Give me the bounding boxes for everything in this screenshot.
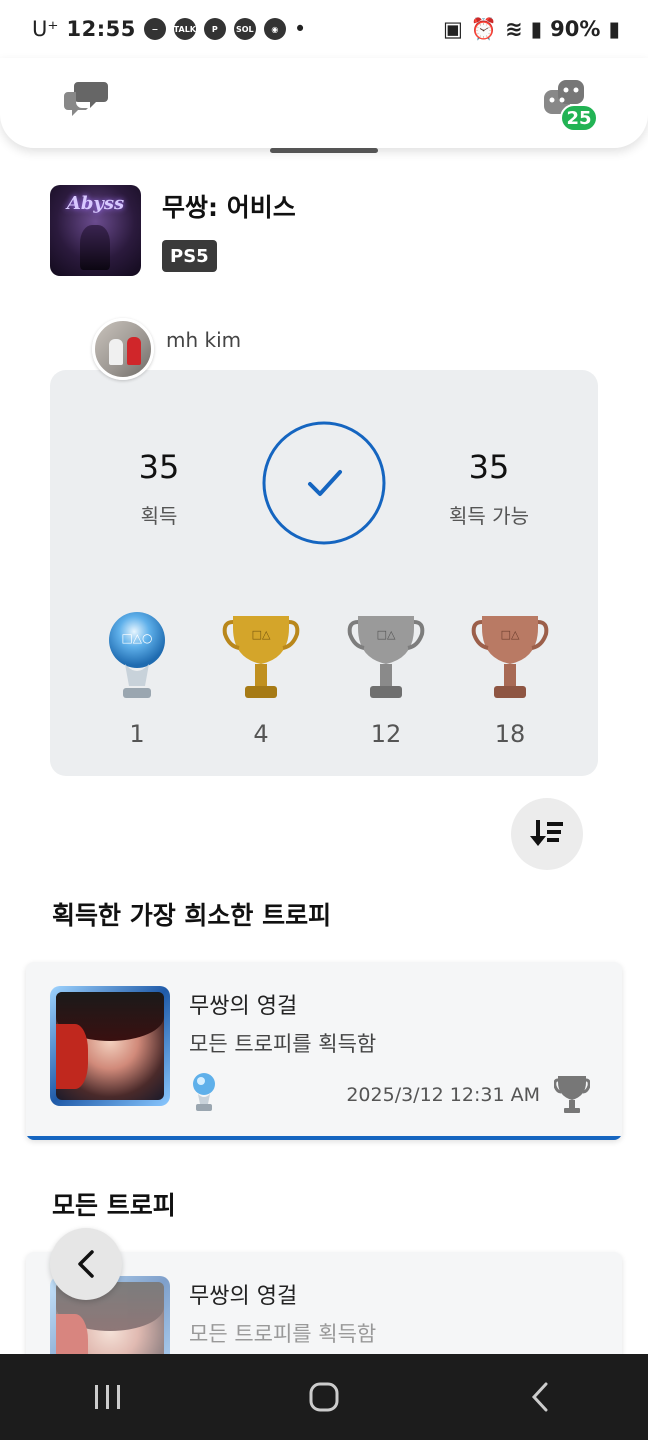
clock: 12:55 (66, 17, 136, 41)
gold-trophy-icon: □△ (222, 616, 300, 698)
svg-text:□△○: □△○ (121, 631, 152, 645)
trophy-earned-icon (554, 1076, 590, 1113)
available-label: 획득 가능 (449, 504, 529, 528)
earned-count: 35 (138, 448, 180, 486)
svg-text:□△: □△ (252, 628, 271, 641)
trophy-description: 모든 트로피를 획득함 (189, 1322, 377, 1346)
sort-button[interactable] (511, 798, 583, 870)
do-not-disturb-icon: − (143, 18, 166, 40)
gold-count: 4 (253, 720, 269, 748)
silver-count: 12 (370, 720, 402, 748)
system-nav-bar (0, 1354, 648, 1440)
trophy-art (50, 986, 170, 1106)
platinum-trophy-icon (193, 1073, 215, 1111)
platform-tag: PS5 (162, 240, 217, 272)
earned-label: 획득 (140, 504, 178, 528)
wifi-icon: ≋ (505, 17, 523, 41)
all-trophies-section-title: 모든 트로피 (52, 1191, 176, 1220)
chat-bubbles-icon (64, 82, 108, 116)
earned-date: 2025/3/12 12:31 AM (346, 1084, 540, 1106)
progress-line (26, 1136, 622, 1140)
available-count: 35 (468, 448, 510, 486)
maps-icon: ◉ (263, 18, 286, 40)
trophy-name: 무쌍의 영걸 (189, 1284, 298, 1309)
game-cover-logo: Abyss (66, 193, 125, 214)
battery-icon: ▮ (608, 17, 620, 41)
back-button[interactable] (50, 1228, 122, 1300)
game-title: 무쌍: 어비스 (162, 193, 296, 222)
bronze-count: 18 (494, 720, 526, 748)
status-right: ▣ ⏰ ≋ ▮ 90% ▮ (443, 17, 620, 42)
completion-ring (262, 421, 386, 545)
check-icon (308, 470, 342, 496)
system-back-button[interactable] (500, 1367, 580, 1427)
platinum-count: 1 (129, 720, 145, 748)
carrier-label: U⁺ (32, 17, 59, 41)
status-bar: U⁺ 12:55 − TALK P SOL ◉ • ▣ ⏰ ≋ ▮ 90% ▮ (0, 0, 648, 58)
trophy-art-hair-red (56, 1024, 89, 1090)
svg-text:□△: □△ (501, 628, 520, 641)
top-bar (0, 58, 648, 148)
trophy-description: 모든 트로피를 획득함 (189, 1032, 377, 1056)
silver-trophy-icon: □△ (347, 616, 425, 698)
avatar-figure-1 (109, 339, 123, 365)
drag-handle[interactable] (270, 148, 378, 153)
bronze-trophy-icon: □△ (471, 616, 549, 698)
avatar-figure-2 (127, 337, 141, 365)
trophy-name: 무쌍의 영걸 (189, 994, 298, 1019)
avatar[interactable] (92, 318, 154, 380)
recent-apps-icon (95, 1385, 120, 1409)
sol-pay-icon: SOL (233, 18, 256, 40)
username: mh kim (166, 328, 242, 352)
playstation-icon: P (203, 18, 226, 40)
battery-percent: 90% (550, 17, 601, 41)
rarest-trophy-item[interactable]: 무쌍의 영걸 모든 트로피를 획득함 2025/3/12 12:31 AM (26, 962, 622, 1140)
home-icon (309, 1382, 339, 1412)
more-notifications-icon: • (293, 17, 307, 41)
svg-text:□△: □△ (377, 628, 396, 641)
rarest-section-title: 획득한 가장 희소한 트로피 (52, 901, 332, 930)
trophy-art-inner (56, 992, 164, 1100)
signal-icon: ▮ (530, 17, 543, 41)
back-arrow-icon (531, 1382, 548, 1412)
trophy-summary-card: 35 획득 35 획득 가능 □△○ 1 □△ 4 □△ 12 □△ 18 (50, 370, 598, 776)
recent-apps-button[interactable] (68, 1367, 148, 1427)
notification-badge: 25 (560, 104, 598, 132)
alarm-icon: ⏰ (470, 16, 497, 41)
talk-icon: TALK (174, 18, 196, 40)
cover-figure (80, 225, 110, 270)
messages-button[interactable] (64, 78, 108, 118)
battery-saver-icon: ▣ (443, 17, 463, 41)
platinum-trophy-icon: □△○ (109, 612, 165, 698)
game-cover-art: Abyss (50, 185, 141, 276)
chevron-left-icon (78, 1250, 94, 1278)
status-left: U⁺ 12:55 − TALK P SOL ◉ • (32, 17, 306, 41)
home-button[interactable] (284, 1367, 364, 1427)
sort-descending-icon (530, 820, 563, 846)
